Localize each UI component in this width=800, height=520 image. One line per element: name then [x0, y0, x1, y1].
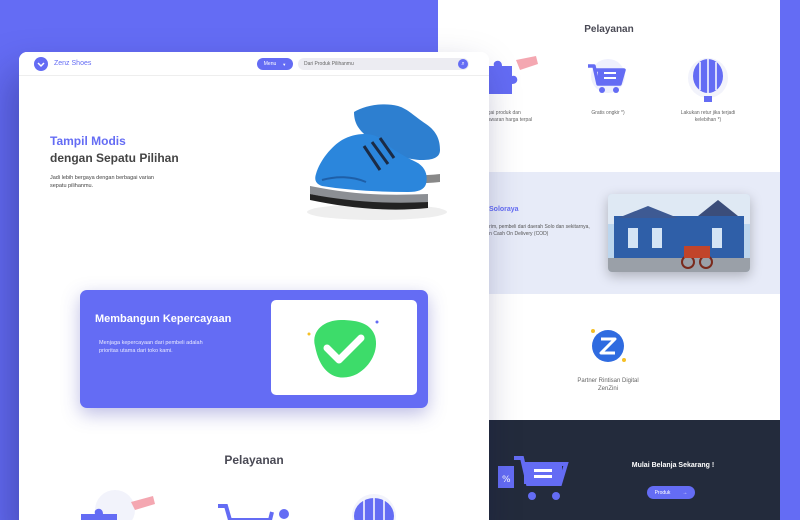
trust-image-panel	[271, 300, 417, 395]
service-label: Lakukan retur jika terjadi kelebihan *)	[680, 110, 736, 123]
search-input[interactable]: Dari Produk Pilihanmu	[304, 61, 354, 67]
front-page: Zenz Shoes Menu ▼ Dari Produk Pilihanmu …	[19, 52, 489, 520]
search-icon[interactable]: ⌕	[458, 59, 468, 69]
menu-button[interactable]: Menu ▼	[257, 58, 293, 70]
menu-label: Menu	[263, 61, 277, 67]
services-title: Pelayanan	[224, 453, 284, 467]
hot-air-balloon-icon	[688, 58, 728, 102]
trust-text: Menjaga kepercayaan dari pembeli adalah …	[99, 340, 203, 355]
hero-title-accent: Tampil Modis	[50, 134, 126, 148]
cta-title: Mulai Belanja Sekarang !	[631, 462, 715, 469]
service-label: Gratis ongkir *)	[591, 110, 625, 116]
location-title: Soloraya	[489, 206, 519, 213]
arrow-right-icon: →	[682, 489, 688, 496]
zenzini-logo-icon	[591, 329, 626, 362]
hot-air-balloon-icon	[352, 494, 396, 520]
cta-section: % Mulai Belanja Sekarang ! Produk →	[438, 420, 780, 520]
check-badge-icon	[307, 320, 379, 378]
back-page: Pelayanan ...bagai produk dan ...enawara…	[438, 0, 780, 520]
hero-subtitle: Jadi lebih bergaya dengan berbagai varia…	[50, 175, 154, 190]
navbar: Zenz Shoes Menu ▼ Dari Produk Pilihanmu …	[19, 52, 489, 76]
trust-card: Membangun Kepercayaan Menjaga kepercayaa…	[80, 290, 428, 408]
services-title: Pelayanan	[584, 24, 634, 35]
blue-sneakers-photo	[307, 104, 447, 220]
chevron-down-icon: ▼	[282, 61, 287, 67]
cart-icon	[218, 504, 289, 520]
hero-title: dengan Sepatu Pilihan	[50, 151, 179, 165]
brand-logo-icon[interactable]	[34, 57, 48, 71]
search-bar[interactable]: Dari Produk Pilihanmu ⌕	[298, 58, 469, 70]
svg-text:%: %	[502, 475, 511, 485]
brand-name[interactable]: Zenz Shoes	[54, 60, 91, 67]
location-section: Soloraya ...rim, pembeli dari daerah Sol…	[438, 172, 780, 294]
puzzle-icon	[81, 490, 155, 520]
trust-title: Membangun Kepercayaan	[95, 313, 232, 325]
partner-label: Partner Rintisan Digital ZenZini	[577, 378, 639, 392]
produk-label: Produk	[654, 489, 671, 496]
shopping-cart-icon: %	[498, 456, 569, 500]
solo-palace-photo	[608, 194, 750, 272]
location-text: ...rim, pembeli dari daerah Solo dan sek…	[485, 224, 590, 237]
cart-icon	[588, 59, 626, 93]
produk-button[interactable]: Produk →	[647, 486, 695, 499]
